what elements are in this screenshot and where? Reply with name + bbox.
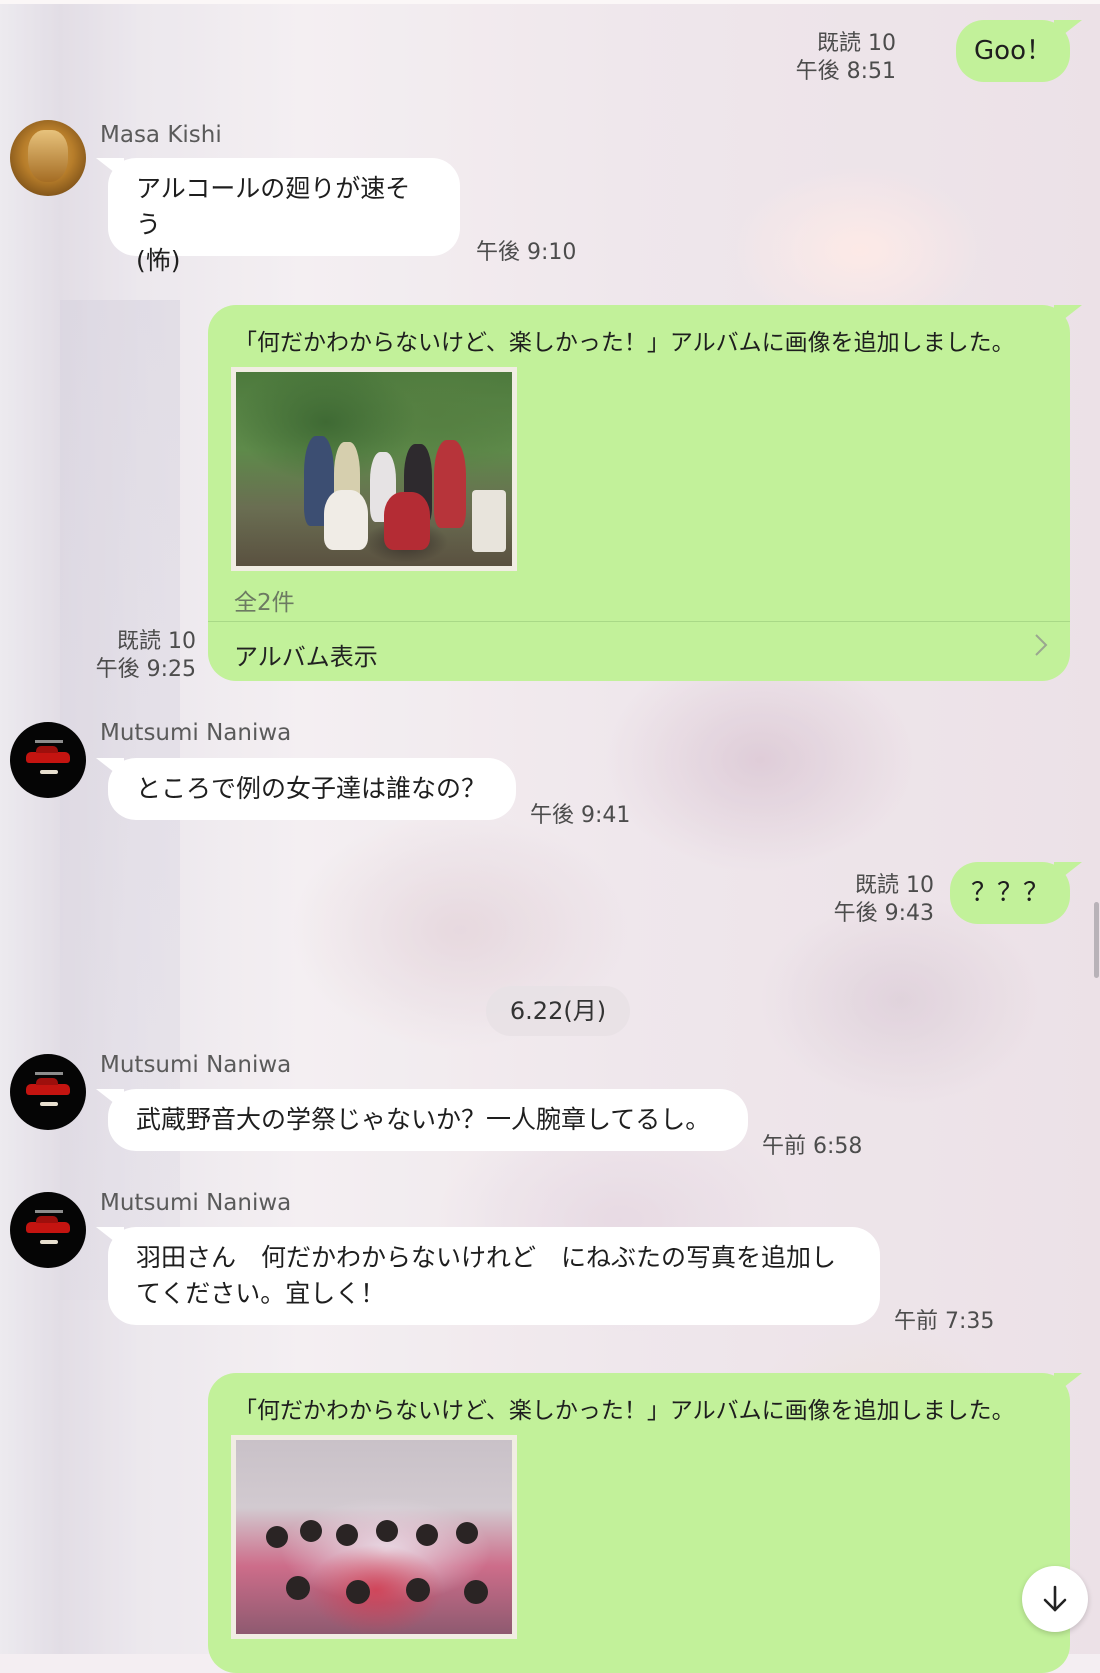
photo-figure [464, 1580, 488, 1604]
message-time: 午前 7:35 [894, 1309, 995, 1334]
read-count: 既読 10 [117, 629, 196, 654]
photo-figure [300, 1520, 322, 1542]
album-view-link[interactable]: アルバム表示 [234, 637, 378, 672]
photo-figure [324, 490, 368, 550]
read-receipt: 既読 10 午後 8:51 [796, 30, 896, 86]
avatar[interactable] [10, 722, 86, 798]
photo-figure [406, 1578, 430, 1602]
avatar-image [26, 1216, 70, 1233]
message-text-line: (怖) [136, 246, 181, 275]
photo-figure [266, 1526, 288, 1548]
message-text: ？？？ [970, 878, 1049, 908]
album-card[interactable]: 「何だかわからないけど、楽しかった！」アルバムに画像を追加しました。 [208, 1373, 1070, 1673]
album-card-title: 「何だかわからないけど、楽しかった！」アルバムに画像を追加しました。 [234, 330, 1015, 356]
scrollbar-thumb[interactable] [1094, 902, 1099, 978]
message-time: 午後 9:10 [476, 240, 577, 265]
message-time: 午前 6:58 [762, 1134, 863, 1159]
message-text-line: アルコールの廻りが速そう [136, 174, 411, 239]
avatar-detail [40, 1240, 58, 1244]
date-separator: 6.22(月) [486, 986, 630, 1036]
message-text: Goo！ [974, 36, 1052, 66]
incoming-message-bubble[interactable]: 武蔵野音大の学祭じゃないか？一人腕章してるし。 [108, 1089, 748, 1151]
album-photo-count: 全2件 [234, 590, 295, 616]
message-text: 武蔵野音大の学祭じゃないか？一人腕章してるし。 [136, 1105, 711, 1134]
avatar[interactable] [10, 120, 86, 196]
message-time: 午後 9:43 [833, 901, 934, 926]
message-time: 午後 8:51 [795, 59, 896, 84]
album-card[interactable]: 「何だかわからないけど、楽しかった！」アルバムに画像を追加しました。 全2件 ア… [208, 305, 1070, 681]
outgoing-message-bubble[interactable]: ？？？ [950, 862, 1070, 924]
sender-name: Mutsumi Naniwa [100, 1052, 292, 1078]
chat-log[interactable]: 既読 10 午後 8:51 Goo！ Masa Kishi アルコールの廻りが速… [0, 0, 1100, 1673]
scroll-to-bottom-button[interactable] [1022, 1566, 1088, 1632]
album-photo-thumbnail[interactable] [231, 1435, 517, 1639]
photo-figure [384, 492, 430, 550]
photo-figure [286, 1576, 310, 1600]
photo-sign [472, 490, 506, 552]
read-receipt: 既読 10 午後 9:43 [834, 872, 934, 928]
avatar-detail [35, 1210, 63, 1213]
avatar[interactable] [10, 1192, 86, 1268]
chevron-right-icon [1034, 631, 1048, 664]
avatar-image [26, 746, 70, 763]
message-time: 午後 9:25 [95, 657, 196, 682]
read-receipt: 既読 10 午後 9:25 [96, 628, 196, 684]
incoming-message-bubble[interactable]: ところで例の女子達は誰なの？ [108, 758, 516, 820]
avatar-detail [35, 1072, 63, 1075]
avatar-detail [40, 1102, 58, 1106]
card-divider [208, 621, 1070, 622]
album-card-title: 「何だかわからないけど、楽しかった！」アルバムに画像を追加しました。 [234, 1398, 1015, 1424]
avatar-detail [35, 740, 63, 743]
photo-figure [416, 1524, 438, 1546]
arrow-down-icon [1042, 1585, 1068, 1617]
avatar-image [26, 1078, 70, 1095]
incoming-message-bubble[interactable]: アルコールの廻りが速そう (怖) [108, 158, 460, 275]
sender-name: Mutsumi Naniwa [100, 720, 292, 746]
album-photo-thumbnail[interactable] [231, 367, 517, 571]
photo-figure [346, 1580, 370, 1604]
message-text-line: 羽田さん 何だかわからないけれど にねぶたの写真を追加し [136, 1243, 837, 1272]
incoming-message-bubble[interactable]: 羽田さん 何だかわからないけれど にねぶたの写真を追加し てください。宜しく！ [108, 1227, 880, 1325]
message-text-line: てください。宜しく！ [136, 1279, 386, 1308]
message-text: ところで例の女子達は誰なの？ [136, 774, 487, 803]
photo-figure [456, 1522, 478, 1544]
photo-figure [336, 1524, 358, 1546]
avatar[interactable] [10, 1054, 86, 1130]
avatar-detail [40, 770, 58, 774]
avatar-image [28, 130, 68, 182]
photo-figure [376, 1520, 398, 1542]
photo-figure [434, 440, 466, 528]
read-count: 既読 10 [817, 31, 896, 56]
outgoing-message-bubble[interactable]: Goo！ [956, 20, 1070, 82]
sender-name: Mutsumi Naniwa [100, 1190, 292, 1216]
sender-name: Masa Kishi [100, 122, 222, 148]
message-time: 午後 9:41 [530, 803, 631, 828]
read-count: 既読 10 [855, 873, 934, 898]
